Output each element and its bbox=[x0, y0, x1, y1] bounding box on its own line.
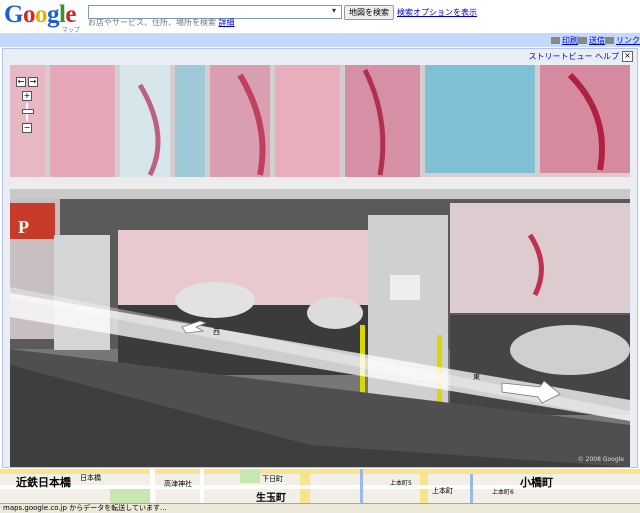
map-label: 上本町 bbox=[432, 487, 453, 495]
road-label-west: 西 bbox=[213, 328, 220, 336]
link-label: リンク bbox=[616, 36, 640, 45]
printer-icon bbox=[551, 37, 560, 44]
map-strip[interactable]: 近鉄日本橋 日本橋 高津神社 下日町 上本町 生玉町 小橋町 上本町5 上本町6 bbox=[0, 469, 640, 503]
panorama-image bbox=[10, 65, 630, 467]
streetview-help-link[interactable]: ストリートビュー ヘルプ bbox=[528, 51, 619, 62]
close-icon[interactable]: × bbox=[622, 51, 633, 62]
streetview-bar: ストリートビュー ヘルプ × bbox=[3, 49, 637, 63]
link-link[interactable]: リンク bbox=[605, 35, 640, 46]
map-label: 小橋町 bbox=[520, 476, 553, 489]
search-button[interactable]: 地図を検索 bbox=[344, 5, 394, 20]
link-icon bbox=[605, 37, 614, 44]
streetview-panel: ストリートビュー ヘルプ × ← → + − 西 東 P © 2008 Goog… bbox=[2, 48, 638, 468]
chevron-down-icon[interactable]: ▾ bbox=[332, 6, 336, 15]
pan-right-button[interactable]: → bbox=[28, 77, 38, 87]
mail-label: 送信 bbox=[589, 36, 605, 45]
map-label: 下日町 bbox=[262, 475, 283, 483]
copyright-text: © 2008 Google bbox=[577, 456, 624, 463]
map-label: 上本町5 bbox=[390, 480, 412, 487]
google-logo[interactable]: Google マップ BETA bbox=[4, 2, 84, 42]
hint-details-link[interactable]: 詳細 bbox=[219, 18, 235, 27]
hint-text: お店やサービス、住所、場所を検索 bbox=[88, 18, 216, 27]
print-link[interactable]: 印刷 bbox=[551, 35, 578, 46]
pan-left-button[interactable]: ← bbox=[16, 77, 26, 87]
map-label: 生玉町 bbox=[256, 493, 286, 503]
road-label-east: 東 bbox=[473, 373, 480, 381]
parking-sign: P bbox=[18, 217, 29, 237]
zoom-in-button[interactable]: + bbox=[22, 91, 32, 101]
mail-icon bbox=[578, 37, 587, 44]
map-label: 高津神社 bbox=[164, 480, 192, 488]
print-label: 印刷 bbox=[562, 36, 578, 45]
top-toolbar bbox=[0, 33, 640, 47]
search-hint: お店やサービス、住所、場所を検索 詳細 bbox=[88, 17, 235, 28]
zoom-out-button[interactable]: − bbox=[22, 123, 32, 133]
map-label: 上本町6 bbox=[492, 489, 514, 496]
search-options-link[interactable]: 検索オプションを表示 bbox=[397, 7, 477, 18]
zoom-slider-handle[interactable] bbox=[22, 109, 34, 114]
panorama-view[interactable]: ← → + − 西 東 P © 2008 Google bbox=[10, 65, 630, 467]
map-label: 近鉄日本橋 bbox=[16, 476, 71, 489]
mail-link[interactable]: 送信 bbox=[578, 35, 605, 46]
map-label: 日本橋 bbox=[80, 474, 101, 482]
